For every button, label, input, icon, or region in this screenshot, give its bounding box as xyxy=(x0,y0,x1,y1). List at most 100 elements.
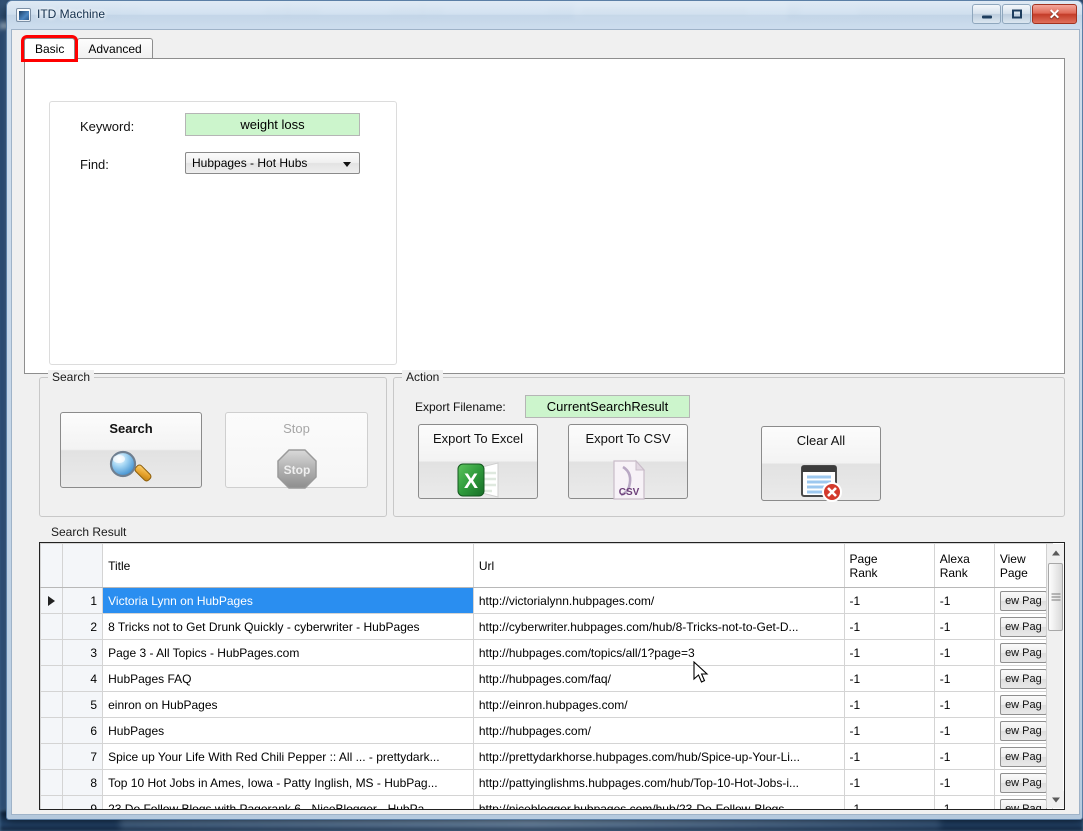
page-rank-cell: -1 xyxy=(843,587,935,614)
view-page-button[interactable]: ew Pag xyxy=(999,668,1047,689)
view-page-button[interactable]: ew Pag xyxy=(999,694,1047,715)
table-row[interactable]: 5 einron on HubPages http://einron.hubpage… xyxy=(40,691,1054,718)
row-number-cell: 4 xyxy=(62,665,104,692)
search-result-group: Search Result Title Url Page Rank Alexa … xyxy=(39,525,1065,810)
url-cell[interactable]: http://cyberwriter.hubpages.com/hub/8-Tr… xyxy=(472,613,845,640)
svg-text:X: X xyxy=(464,470,478,493)
application-window: ITD Machine ✕ Basic Advanced Keyword: we… xyxy=(6,0,1083,820)
app-icon xyxy=(16,8,31,22)
view-page-cell: ew Pag xyxy=(993,691,1054,718)
title-cell[interactable]: Victoria Lynn on HubPages xyxy=(102,587,474,614)
export-to-csv-button[interactable]: Export To CSV CSV xyxy=(568,424,688,500)
table-row[interactable]: 4 HubPages FAQ http://hubpages.com/faq/-1-… xyxy=(40,665,1054,692)
view-page-button[interactable]: ew Pag xyxy=(999,616,1047,637)
alexa-rank-cell: -1 xyxy=(933,691,995,718)
minimize-button[interactable] xyxy=(972,4,1001,24)
tab-advanced[interactable]: Advanced xyxy=(77,38,153,59)
table-header-row: Title Url Page Rank Alexa Rank View Page xyxy=(40,543,1054,588)
view-page-cell: ew Pag xyxy=(993,639,1054,666)
keyword-input[interactable]: weight loss xyxy=(185,113,360,136)
url-cell[interactable]: http://niceblogger.hubpages.com/hub/23-D… xyxy=(472,795,845,809)
table-row[interactable]: 28 Tricks not to Get Drunk Quickly - cyb… xyxy=(40,613,1054,640)
view-page-cell: ew Pag xyxy=(993,717,1054,744)
row-indicator-cell xyxy=(40,717,64,744)
row-number-cell: 8 xyxy=(62,769,104,796)
tab-basic[interactable]: Basic xyxy=(24,38,76,59)
row-indicator-cell xyxy=(40,639,64,666)
column-view-page[interactable]: View Page xyxy=(993,543,1054,588)
title-cell[interactable]: Spice up Your Life With Red Chili Pepper… xyxy=(102,743,474,770)
scrollbar-thumb[interactable] xyxy=(1048,563,1063,631)
table-row[interactable]: 9 23 Do Follow Blogs with Pagerank 6 - Ni… xyxy=(40,795,1054,809)
table-row[interactable]: 1 Victoria Lynn on HubPages http://victori… xyxy=(40,587,1054,614)
view-page-cell: ew Pag xyxy=(993,665,1054,692)
title-cell[interactable]: 8 Tricks not to Get Drunk Quickly - cybe… xyxy=(102,613,474,640)
row-number-cell: 2 xyxy=(62,613,104,640)
row-indicator-cell xyxy=(40,665,64,692)
svg-text:Stop: Stop xyxy=(283,463,310,477)
clear-all-button[interactable]: Clear All xyxy=(761,426,881,502)
search-group-caption: Search xyxy=(48,370,95,384)
search-result-caption: Search Result xyxy=(47,525,131,539)
page-rank-cell: -1 xyxy=(843,639,935,666)
action-group: Action Export Filename: CurrentSearchRes… xyxy=(393,370,1065,517)
title-cell[interactable]: HubPages xyxy=(102,717,474,744)
page-rank-cell: -1 xyxy=(843,691,935,718)
alexa-rank-cell: -1 xyxy=(933,587,995,614)
table-row[interactable]: 3 Page 3 - All Topics - HubPages.com http:… xyxy=(40,639,1054,666)
view-page-button[interactable]: ew Pag xyxy=(999,746,1047,767)
view-page-button[interactable]: ew Pag xyxy=(999,642,1047,663)
url-cell[interactable]: http://pattyinglishms.hubpages.com/hub/T… xyxy=(472,769,845,796)
maximize-button[interactable] xyxy=(1002,4,1031,24)
view-page-button[interactable]: ew Pag xyxy=(999,590,1047,611)
table-row[interactable]: 7 Spice up Your Life With Red Chili Peppe… xyxy=(40,743,1054,770)
column-page-rank[interactable]: Page Rank xyxy=(843,543,935,588)
stop-button[interactable]: Stop Stop xyxy=(225,412,368,489)
view-page-button[interactable]: ew Pag xyxy=(999,798,1047,809)
export-to-csv-label: Export To CSV xyxy=(585,431,671,446)
grid-vertical-scrollbar[interactable] xyxy=(1046,544,1064,808)
find-dropdown-value: Hubpages - Hot Hubs xyxy=(192,156,308,170)
column-title[interactable]: Title xyxy=(102,543,474,588)
title-cell[interactable]: 23 Do Follow Blogs with Pagerank 6 - Nic… xyxy=(102,795,474,809)
row-number-cell: 6 xyxy=(62,717,104,744)
url-cell[interactable]: http://prettydarkhorse.hubpages.com/hub/… xyxy=(472,743,845,770)
table-row[interactable]: 8 Top 10 Hot Jobs in Ames, Iowa - Patty I… xyxy=(40,769,1054,796)
column-page-rank-line2: Rank xyxy=(849,565,878,580)
window-title: ITD Machine xyxy=(37,7,106,21)
title-cell[interactable]: HubPages FAQ xyxy=(102,665,474,692)
title-cell[interactable]: Page 3 - All Topics - HubPages.com xyxy=(102,639,474,666)
row-indicator-cell xyxy=(40,743,64,770)
url-cell[interactable]: http://hubpages.com/ xyxy=(472,717,845,744)
find-dropdown[interactable]: Hubpages - Hot Hubs xyxy=(185,152,360,174)
table-row[interactable]: 6 HubPages http://hubpages.com/-1 -1 ew Pag xyxy=(40,717,1054,744)
url-cell[interactable]: http://victorialynn.hubpages.com/ xyxy=(472,587,845,614)
column-url[interactable]: Url xyxy=(472,543,845,588)
results-table: Title Url Page Rank Alexa Rank View Page… xyxy=(40,543,1054,809)
title-cell[interactable]: einron on HubPages xyxy=(102,691,474,718)
search-button[interactable]: Search xyxy=(60,412,202,488)
export-to-excel-button[interactable]: Export To Excel X xyxy=(418,424,538,499)
scrollbar-grip-icon xyxy=(1051,592,1060,603)
title-cell[interactable]: Top 10 Hot Jobs in Ames, Iowa - Patty In… xyxy=(102,769,474,796)
search-button-label: Search xyxy=(109,421,153,436)
action-group-caption: Action xyxy=(402,370,444,384)
close-icon: ✕ xyxy=(1048,6,1061,22)
search-result-grid[interactable]: Title Url Page Rank Alexa Rank View Page… xyxy=(39,542,1065,810)
alexa-rank-cell: -1 xyxy=(933,665,995,692)
scroll-up-arrow-icon[interactable] xyxy=(1047,544,1064,561)
row-indicator-cell xyxy=(40,691,64,718)
close-button[interactable]: ✕ xyxy=(1032,4,1077,24)
url-cell[interactable]: http://hubpages.com/faq/ xyxy=(472,665,845,692)
svg-text:CSV: CSV xyxy=(619,487,640,498)
view-page-cell: ew Pag xyxy=(993,587,1054,614)
scroll-down-arrow-icon[interactable] xyxy=(1047,791,1064,808)
export-filename-input[interactable]: CurrentSearchResult xyxy=(525,395,690,418)
url-cell[interactable]: http://hubpages.com/topics/all/1?page=3 xyxy=(472,639,845,666)
view-page-button[interactable]: ew Pag xyxy=(999,720,1047,741)
view-page-button[interactable]: ew Pag xyxy=(999,772,1047,793)
current-row-arrow-icon xyxy=(48,595,56,606)
view-page-cell: ew Pag xyxy=(993,743,1054,770)
column-alexa-rank[interactable]: Alexa Rank xyxy=(933,543,995,588)
url-cell[interactable]: http://einron.hubpages.com/ xyxy=(472,691,845,718)
